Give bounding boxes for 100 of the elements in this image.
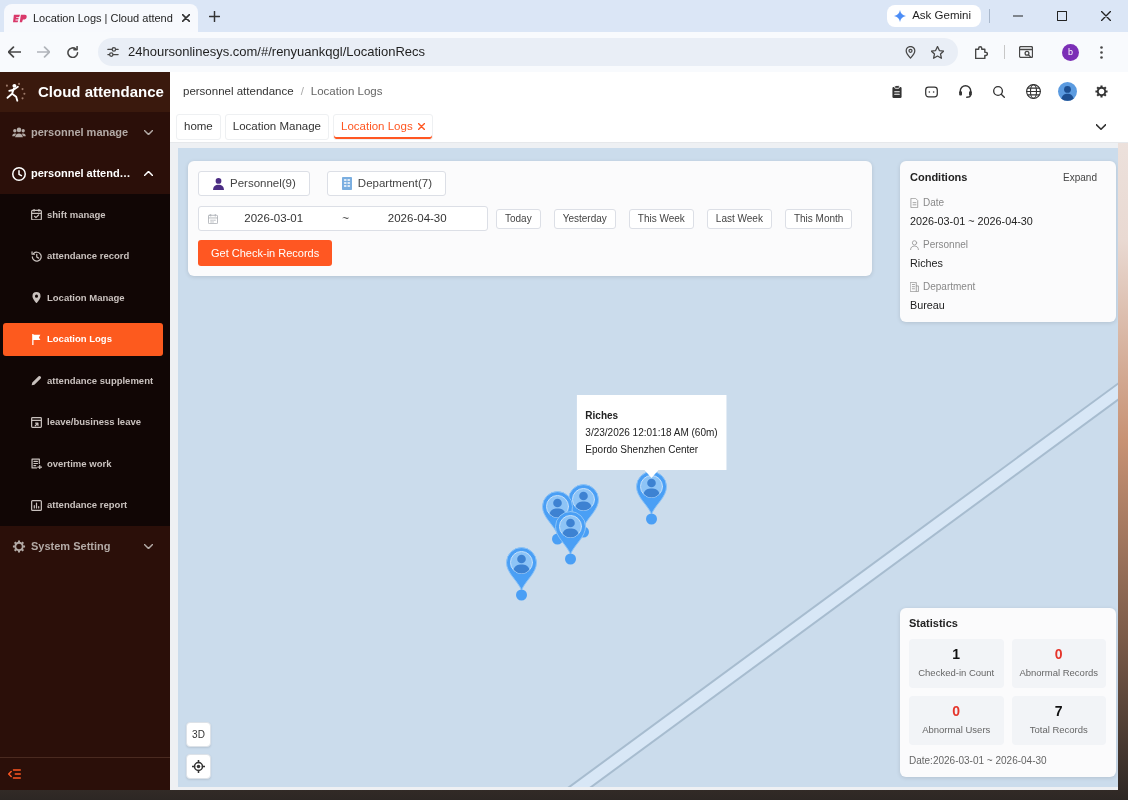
new-tab-icon[interactable] [209,10,220,22]
location-pin-icon[interactable] [506,547,537,601]
person-name: Riches [585,409,620,423]
department-button[interactable]: Department(7) [326,171,446,196]
map-pin-icon [31,292,42,304]
address-bar[interactable]: 24hoursonlinesys.com/#/renyuankqgl/LocationRecs [98,38,958,66]
stat-value: 7 [1053,703,1064,720]
calendar-icon [208,213,218,224]
menu-item[interactable]: System Setting [0,526,170,567]
stat-value: 1 [951,646,962,663]
stat-label: Total Records [1028,723,1089,737]
sparkle-icon [894,10,907,22]
history-icon [31,250,42,262]
chevron-down-icon [144,544,153,549]
app-title: Cloud attendance [38,81,164,102]
chevron-down-icon[interactable] [1096,123,1106,130]
submenu-item[interactable]: shift manage [3,198,163,232]
settings-icon[interactable] [1094,85,1108,98]
submenu-item[interactable]: attendance supplement [3,364,163,398]
chevron-down-icon [144,130,153,135]
globe-icon[interactable] [1025,84,1041,99]
stat-value: 0 [1053,646,1064,663]
condition-value: Bureau [910,299,946,312]
building-icon [910,281,919,292]
breadcrumb-link[interactable]: personnel attendance [183,82,294,101]
quick-range-button[interactable]: Yesterday [553,208,616,229]
location-name: Epordo Shenzhen Center [585,443,700,457]
locate-icon [192,760,205,773]
submenu-item[interactable]: overtime work [3,447,163,481]
clipboard-icon[interactable] [892,85,902,98]
close-icon[interactable] [1101,11,1111,21]
chat-icon[interactable] [924,85,938,98]
gear-icon [12,540,26,553]
statistics-title: Statistics [909,617,959,630]
page-tab[interactable]: Location Manage [224,113,329,140]
close-tab-icon[interactable] [417,123,425,130]
bookmark-star-icon[interactable] [931,45,944,59]
submenu-item[interactable]: Location Manage [3,281,163,315]
collapse-menu-icon[interactable] [8,769,21,779]
submenu-item[interactable]: attendance report [3,488,163,522]
puzzle-icon[interactable] [975,45,988,59]
stat-label: Abnormal Records [1018,666,1100,680]
quick-range-button[interactable]: Today [496,208,541,229]
end-date-field[interactable]: 2026-04-30 [361,209,473,228]
chevron-up-icon [144,171,153,176]
bar-chart-icon [31,499,42,511]
quick-range-button[interactable]: Last Week [706,208,772,229]
archive-icon [31,416,42,428]
statistics-date: Date:2026-03-01 ~ 2026-04-30 [909,754,1048,767]
site-logo-icon [13,13,27,23]
condition-value: Riches [910,257,944,270]
more-icon[interactable] [1100,45,1103,59]
reload-icon[interactable] [67,46,79,58]
site-info-icon[interactable] [107,47,119,57]
tab-search-icon[interactable] [1019,46,1033,58]
condition-label: Date [923,196,945,209]
expand-link[interactable]: Expand [1063,171,1097,184]
condition-label: Department [923,280,976,293]
view-3d-button[interactable]: 3D [186,722,211,747]
submenu-item[interactable]: leave/business leave [3,405,163,439]
stat-label: Checked-in Count [917,666,996,680]
stat-value: 0 [951,703,962,720]
person-icon [910,239,919,250]
figure-logo-icon [4,82,26,102]
range-separator: ~ [341,210,350,226]
search-icon[interactable] [993,85,1005,98]
stat-label: Abnormal Users [921,723,992,737]
document-icon [910,197,919,208]
maximize-icon[interactable] [1057,11,1067,21]
conditions-title: Conditions [910,171,968,184]
users-icon [12,127,26,138]
close-icon[interactable] [182,14,190,22]
menu-item[interactable]: personnel attend… [0,153,170,194]
building-icon [341,177,352,190]
browser-tab[interactable]: Location Logs | Cloud attend [4,4,198,32]
quick-range-button[interactable]: This Month [784,208,853,229]
condition-label: Personnel [923,238,969,251]
check-in-time: 3/23/2026 12:01:18 AM (60m) [585,426,718,440]
profile-button[interactable]: b [1062,43,1079,61]
headset-icon[interactable] [958,85,972,98]
pencil-icon [31,375,42,387]
location-icon[interactable] [905,45,916,59]
calendar-check-icon [31,209,42,221]
quick-range-button[interactable]: This Week [628,208,694,229]
page-tab[interactable]: home [176,113,221,140]
start-date-field[interactable]: 2026-03-01 [218,209,330,228]
user-avatar-icon[interactable] [1057,82,1077,101]
date-range-picker[interactable]: 2026-03-01 ~ 2026-04-30 [198,206,488,231]
location-pin-icon[interactable] [636,471,667,525]
menu-item[interactable]: personnel manage [0,112,170,153]
person-icon [213,177,224,190]
location-pin-icon[interactable] [555,511,586,565]
back-icon[interactable] [8,46,21,58]
breadcrumb-separator: / [300,83,304,99]
locate-button[interactable] [186,754,211,779]
submenu-item[interactable]: attendance record [3,239,163,273]
condition-value: 2026-03-01 ~ 2026-04-30 [910,215,1034,228]
breadcrumb-current: Location Logs [310,83,383,99]
personnel-button[interactable]: Personnel(9) [198,171,310,196]
ask-gemini-button[interactable]: Ask Gemini [887,5,981,27]
